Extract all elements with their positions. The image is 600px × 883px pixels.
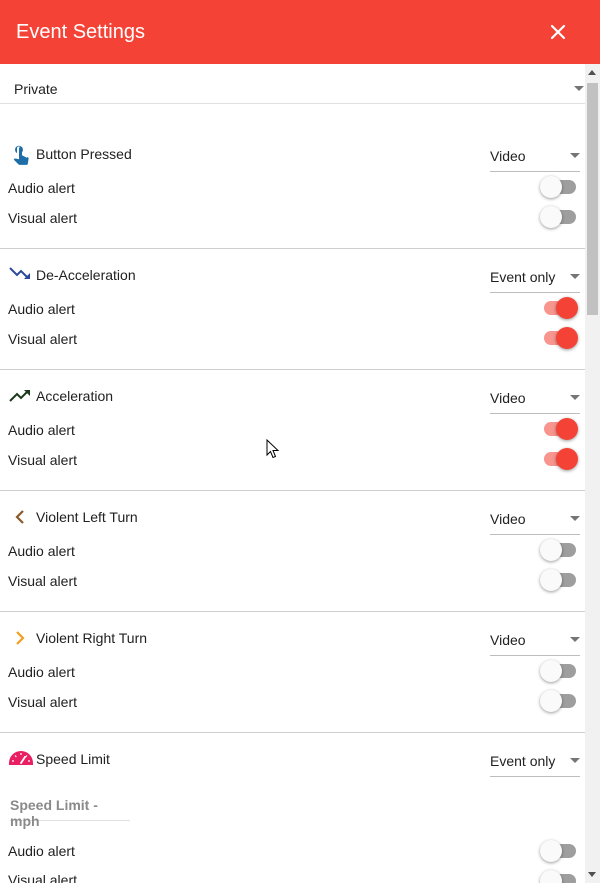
event-section-violent-left-turn: Violent Left Turn Video Audio alert Visu… xyxy=(0,491,585,612)
audio-alert-toggle[interactable] xyxy=(540,539,578,561)
event-section-violent-right-turn: Violent Right Turn Video Audio alert Vis… xyxy=(0,612,585,733)
event-mode-select[interactable]: Event only xyxy=(490,747,580,777)
event-name: Speed Limit xyxy=(36,751,110,767)
chevron-left-icon xyxy=(15,510,24,524)
event-name: Violent Left Turn xyxy=(36,509,138,525)
event-mode-select[interactable]: Video xyxy=(490,384,580,414)
visual-alert-label: Visual alert xyxy=(8,210,78,226)
event-mode-select[interactable]: Video xyxy=(490,505,580,535)
event-mode-value: Video xyxy=(490,511,526,527)
event-name: Button Pressed xyxy=(36,146,132,162)
scrollbar-thumb[interactable] xyxy=(587,83,598,315)
event-section-speed-limit: Speed Limit Event only Speed Limit - mph… xyxy=(0,733,585,883)
event-mode-select[interactable]: Video xyxy=(490,142,580,172)
visual-alert-label: Visual alert xyxy=(8,573,78,589)
event-mode-value: Video xyxy=(490,632,526,648)
trending-up-icon xyxy=(9,390,30,402)
audio-alert-toggle[interactable] xyxy=(540,176,578,198)
speedometer-icon xyxy=(9,751,33,765)
dialog-title: Event Settings xyxy=(16,21,145,43)
scroll-up-arrow-icon[interactable] xyxy=(588,70,596,75)
visual-alert-toggle[interactable] xyxy=(540,569,578,591)
audio-alert-label: Audio alert xyxy=(8,180,75,196)
event-name: De-Acceleration xyxy=(36,267,136,283)
event-mode-value: Video xyxy=(490,148,526,164)
privacy-select[interactable]: Private xyxy=(0,64,585,104)
visual-alert-toggle[interactable] xyxy=(540,448,578,470)
touch-hand-icon xyxy=(13,145,29,165)
audio-alert-toggle[interactable] xyxy=(540,297,578,319)
dropdown-arrow-icon xyxy=(570,274,580,279)
visual-alert-toggle[interactable] xyxy=(540,690,578,712)
visual-alert-toggle[interactable] xyxy=(540,327,578,349)
settings-scroll-area[interactable]: Private Button Pressed Video Audio alert… xyxy=(0,64,600,883)
visual-alert-toggle[interactable] xyxy=(540,870,578,883)
event-section-de-acceleration: De-Acceleration Event only Audio alert V… xyxy=(0,249,585,370)
dropdown-arrow-icon xyxy=(570,637,580,642)
dialog-header: Event Settings xyxy=(0,0,600,64)
event-mode-value: Event only xyxy=(490,753,556,769)
audio-alert-label: Audio alert xyxy=(8,543,75,559)
audio-alert-label: Audio alert xyxy=(8,422,75,438)
chevron-right-icon xyxy=(16,631,25,645)
event-mode-value: Video xyxy=(490,390,526,406)
dropdown-arrow-icon xyxy=(570,395,580,400)
dropdown-arrow-icon xyxy=(574,86,584,91)
event-name: Acceleration xyxy=(36,388,114,404)
audio-alert-label: Audio alert xyxy=(8,843,75,859)
event-name: Violent Right Turn xyxy=(36,630,148,646)
audio-alert-toggle[interactable] xyxy=(540,840,578,862)
event-mode-select[interactable]: Video xyxy=(490,626,580,656)
visual-alert-label: Visual alert xyxy=(8,872,78,883)
event-mode-value: Event only xyxy=(490,269,556,285)
dropdown-arrow-icon xyxy=(570,758,580,763)
visual-alert-label: Visual alert xyxy=(8,331,78,347)
visual-alert-label: Visual alert xyxy=(8,694,78,710)
vertical-scrollbar[interactable] xyxy=(585,64,600,883)
dropdown-arrow-icon xyxy=(570,516,580,521)
audio-alert-toggle[interactable] xyxy=(540,660,578,682)
dropdown-arrow-icon xyxy=(570,153,580,158)
audio-alert-label: Audio alert xyxy=(8,301,75,317)
event-mode-select[interactable]: Event only xyxy=(490,263,580,293)
privacy-value: Private xyxy=(14,81,58,97)
close-icon xyxy=(550,24,566,40)
close-button[interactable] xyxy=(540,14,576,50)
scroll-down-arrow-icon[interactable] xyxy=(588,872,596,877)
audio-alert-label: Audio alert xyxy=(8,664,75,680)
mouse-cursor-icon xyxy=(266,439,280,459)
speed-limit-field-label: Speed Limit - mph xyxy=(10,797,98,829)
speed-limit-input[interactable]: Speed Limit - mph xyxy=(10,791,130,829)
visual-alert-label: Visual alert xyxy=(8,452,78,468)
audio-alert-toggle[interactable] xyxy=(540,418,578,440)
event-section-acceleration: Acceleration Video Audio alert Visual al… xyxy=(0,370,585,491)
visual-alert-toggle[interactable] xyxy=(540,206,578,228)
trending-down-icon xyxy=(9,267,30,279)
event-section-button-pressed: Button Pressed Video Audio alert Visual … xyxy=(0,128,585,249)
